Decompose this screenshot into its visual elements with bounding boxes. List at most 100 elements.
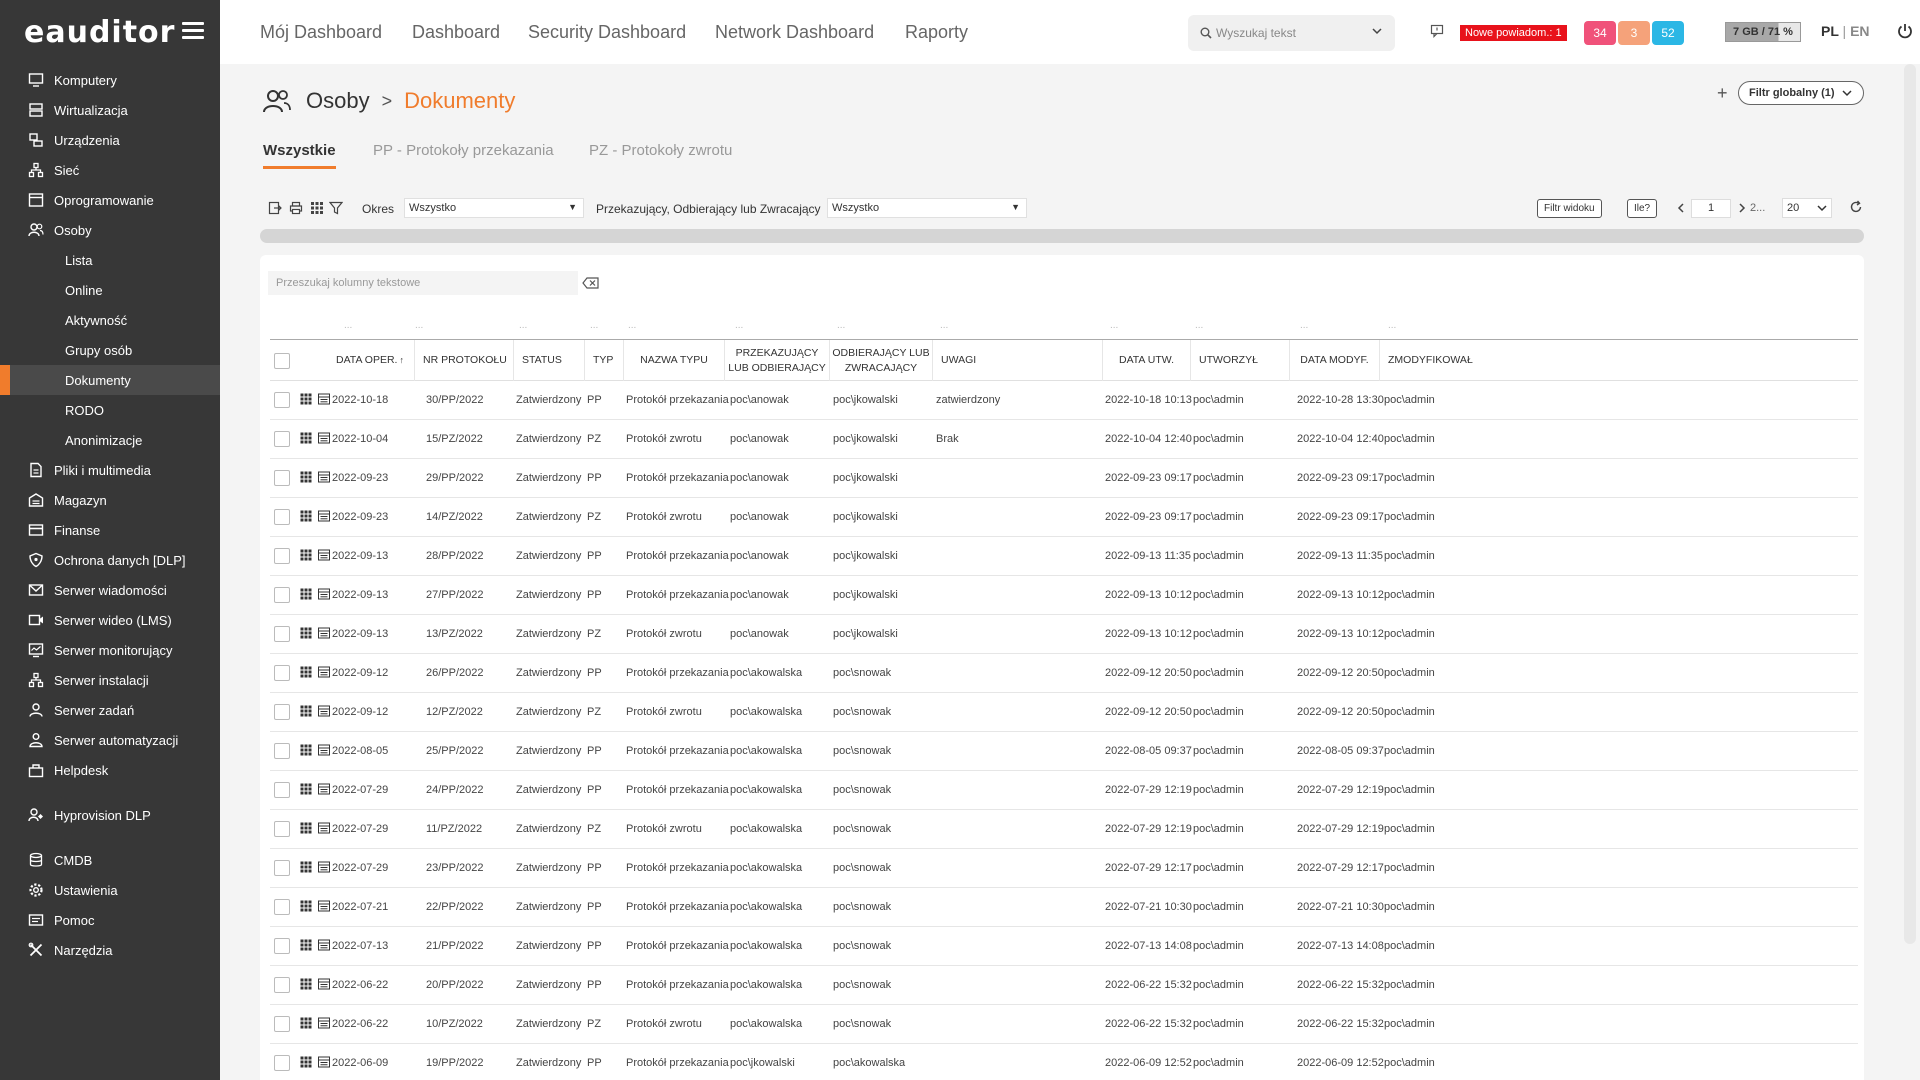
sidebar-item-siec[interactable]: Sieć [0, 155, 220, 185]
row-details-icon[interactable] [318, 393, 330, 408]
column-header[interactable]: DATA OPER. ↑ [328, 340, 415, 381]
sidebar-item-serwer-monitorujacy[interactable]: Serwer monitorujący [0, 635, 220, 665]
breadcrumb-root[interactable]: Osoby [306, 88, 370, 114]
menu-toggle-button[interactable] [182, 22, 204, 40]
table-row[interactable]: 2022-10-18 30/PP/2022 Zatwierdzony PP Protok… [270, 381, 1858, 420]
row-checkbox[interactable] [274, 548, 290, 564]
scrollbar[interactable] [1904, 64, 1916, 944]
sidebar-item-finanse[interactable]: Finanse [0, 515, 220, 545]
row-checkbox[interactable] [274, 470, 290, 486]
sidebar-item-serwer-wiadomosci[interactable]: Serwer wiadomości [0, 575, 220, 605]
tab-all[interactable]: Wszystkie [263, 142, 336, 169]
period-select[interactable]: Wszystko ▼ [404, 198, 584, 218]
row-checkbox[interactable] [274, 1055, 290, 1071]
topnav-security-dashboard[interactable]: Security Dashboard [528, 22, 686, 43]
row-menu-grid-icon[interactable] [300, 432, 312, 447]
chevron-left-icon[interactable] [1676, 202, 1686, 214]
table-row[interactable]: 2022-09-13 13/PZ/2022 Zatwierdzony PZ Protok… [270, 615, 1858, 654]
sidebar-item-online[interactable]: Online [0, 275, 220, 305]
column-filter-input[interactable]: ... [628, 320, 636, 331]
column-filter-input[interactable]: ... [519, 320, 527, 331]
topnav-dashboard[interactable]: Dashboard [412, 22, 500, 43]
column-header[interactable]: ODBIERAJĄCY LUB ZWRACAJĄCY [830, 340, 933, 381]
row-details-icon[interactable] [318, 900, 330, 915]
column-header[interactable]: DATA MODYF. [1290, 340, 1380, 381]
row-menu-grid-icon[interactable] [300, 393, 312, 408]
row-details-icon[interactable] [318, 1017, 330, 1032]
lang-en[interactable]: EN [1850, 23, 1869, 39]
sidebar-item-cmdb[interactable]: CMDB [0, 845, 220, 875]
column-filter-input[interactable]: ... [344, 320, 352, 331]
row-details-icon[interactable] [318, 939, 330, 954]
row-checkbox[interactable] [274, 704, 290, 720]
tab-pz-return[interactable]: PZ - Protokoły zwrotu [589, 142, 732, 159]
row-checkbox[interactable] [274, 431, 290, 447]
global-filter-button[interactable]: Filtr globalny (1) [1738, 81, 1864, 105]
count-badge-orange[interactable]: 3 [1618, 21, 1650, 45]
sidebar-item-hyprovision-dlp[interactable]: Hyprovision DLP [0, 800, 220, 830]
column-header[interactable]: NR PROTOKOŁU [415, 340, 514, 381]
column-filter-input[interactable]: ... [837, 320, 845, 331]
column-header[interactable]: DATA UTW. [1103, 340, 1191, 381]
table-row[interactable]: 2022-07-29 23/PP/2022 Zatwierdzony PP Protok… [270, 849, 1858, 888]
row-details-icon[interactable] [318, 783, 330, 798]
column-header[interactable]: UWAGI [933, 340, 1103, 381]
sidebar-item-anonimizacje[interactable]: Anonimizacje [0, 425, 220, 455]
table-row[interactable]: 2022-09-23 29/PP/2022 Zatwierdzony PP Protok… [270, 459, 1858, 498]
sidebar-item-komputery[interactable]: Komputery [0, 65, 220, 95]
column-search-input[interactable]: Przeszukaj kolumny tekstowe [268, 271, 578, 295]
row-checkbox[interactable] [274, 977, 290, 993]
row-details-icon[interactable] [318, 705, 330, 720]
page-size-select[interactable]: 20 [1782, 198, 1832, 218]
row-details-icon[interactable] [318, 471, 330, 486]
columns-grid-icon[interactable] [310, 201, 324, 215]
count-badge-blue[interactable]: 52 [1652, 21, 1684, 45]
clear-search-icon[interactable] [582, 277, 600, 289]
row-menu-grid-icon[interactable] [300, 900, 312, 915]
row-checkbox[interactable] [274, 509, 290, 525]
print-icon[interactable] [289, 201, 303, 215]
row-checkbox[interactable] [274, 392, 290, 408]
row-checkbox[interactable] [274, 743, 290, 759]
count-badge-red[interactable]: 34 [1584, 21, 1616, 45]
row-menu-grid-icon[interactable] [300, 510, 312, 525]
column-header[interactable]: ZMODYFIKOWAŁ [1380, 340, 1568, 381]
table-row[interactable]: 2022-07-29 24/PP/2022 Zatwierdzony PP Protok… [270, 771, 1858, 810]
topnav-reports[interactable]: Raporty [905, 22, 968, 43]
row-details-icon[interactable] [318, 978, 330, 993]
table-row[interactable]: 2022-07-13 21/PP/2022 Zatwierdzony PP Protok… [270, 927, 1858, 966]
app-logo[interactable]: eauditor [24, 14, 175, 50]
add-button[interactable]: + [1717, 83, 1728, 104]
row-checkbox[interactable] [274, 860, 290, 876]
table-row[interactable]: 2022-09-23 14/PZ/2022 Zatwierdzony PZ Protok… [270, 498, 1858, 537]
row-checkbox[interactable] [274, 821, 290, 837]
row-menu-grid-icon[interactable] [300, 549, 312, 564]
sidebar-item-lista[interactable]: Lista [0, 245, 220, 275]
sidebar-item-ustawienia[interactable]: Ustawienia [0, 875, 220, 905]
column-filter-input[interactable]: ... [940, 320, 948, 331]
row-details-icon[interactable] [318, 627, 330, 642]
row-menu-grid-icon[interactable] [300, 1056, 312, 1071]
page-number-input[interactable]: 1 [1691, 199, 1731, 218]
view-filter-button[interactable]: Filtr widoku [1537, 199, 1602, 218]
column-header[interactable]: PRZEKAZUJĄCY LUB ODBIERAJĄCY [725, 340, 830, 381]
table-row[interactable]: 2022-10-04 15/PZ/2022 Zatwierdzony PZ Protok… [270, 420, 1858, 459]
message-icon[interactable] [1430, 24, 1444, 38]
table-row[interactable]: 2022-06-22 10/PZ/2022 Zatwierdzony PZ Protok… [270, 1005, 1858, 1044]
table-row[interactable]: 2022-09-12 12/PZ/2022 Zatwierdzony PZ Protok… [270, 693, 1858, 732]
chevron-right-icon[interactable] [1737, 202, 1747, 214]
next-pages-label[interactable]: 2... [1750, 202, 1765, 214]
row-menu-grid-icon[interactable] [300, 744, 312, 759]
table-row[interactable]: 2022-09-13 27/PP/2022 Zatwierdzony PP Protok… [270, 576, 1858, 615]
row-details-icon[interactable] [318, 744, 330, 759]
column-filter-input[interactable]: ... [1388, 320, 1396, 331]
select-all-checkbox[interactable] [274, 352, 290, 369]
row-menu-grid-icon[interactable] [300, 822, 312, 837]
column-filter-input[interactable]: ... [1300, 320, 1308, 331]
row-menu-grid-icon[interactable] [300, 705, 312, 720]
chevron-down-icon[interactable] [1371, 25, 1383, 37]
count-button[interactable]: Ile? [1627, 199, 1658, 218]
row-checkbox[interactable] [274, 1016, 290, 1032]
row-checkbox[interactable] [274, 665, 290, 681]
column-filter-input[interactable]: ... [735, 320, 743, 331]
